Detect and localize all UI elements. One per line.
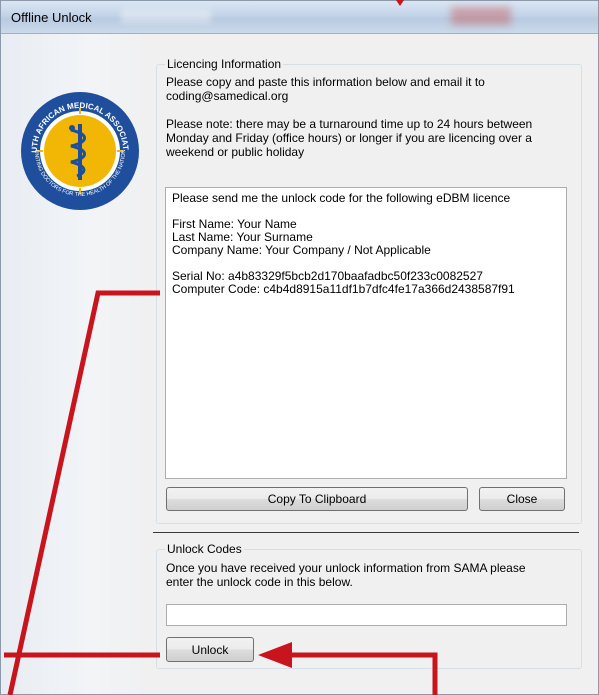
annotation-arrowhead-unlock xyxy=(258,642,292,668)
annotation-overlay xyxy=(4,0,438,695)
annotation-line-unlock xyxy=(290,652,438,695)
annotation-arrowhead-top xyxy=(396,0,404,6)
annotation-line-serial xyxy=(7,290,160,695)
